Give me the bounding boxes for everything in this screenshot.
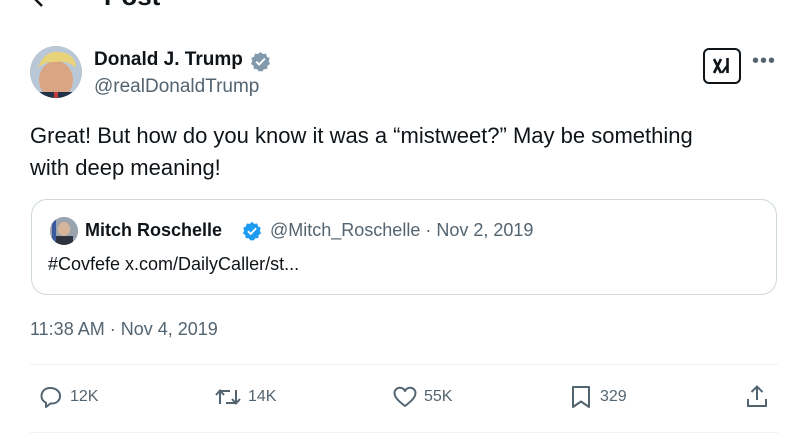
arrow-left-icon[interactable] — [28, 0, 48, 8]
repost-icon — [215, 388, 241, 406]
more-icon[interactable]: ••• — [752, 51, 776, 74]
quoted-post[interactable]: Mitch Roschelle @Mitch_Roschelle · Nov 2… — [31, 199, 777, 295]
bookmark-button[interactable]: 329 — [568, 384, 627, 410]
reply-count: 12K — [70, 388, 99, 405]
post-text-line: with deep meaning! — [30, 155, 221, 180]
heart-icon — [393, 386, 417, 407]
repost-button[interactable]: 14K — [214, 384, 276, 410]
author-name[interactable]: Donald J. Trump — [94, 49, 243, 71]
grok-icon — [712, 58, 729, 74]
top-bar: Post — [0, 0, 800, 14]
author-handle[interactable]: @realDonaldTrump — [94, 76, 259, 98]
like-count: 55K — [424, 388, 453, 405]
page-title: Post — [104, 0, 160, 9]
repost-count: 14K — [248, 388, 277, 405]
grok-button[interactable] — [703, 48, 741, 84]
quote-meta: @Mitch_Roschelle · Nov 2, 2019 — [270, 220, 534, 240]
quote-avatar — [50, 217, 78, 245]
quote-author-name: Mitch Roschelle — [85, 220, 223, 240]
like-button[interactable]: 55K — [392, 384, 452, 410]
post-text: Great! But how do you know it was a “mis… — [30, 120, 770, 184]
share-icon — [747, 385, 767, 407]
divider — [30, 364, 778, 365]
quote-text: #Covfefe x.com/DailyCaller/st... — [48, 254, 300, 274]
post-text-line: Great! But how do you know it was a “mis… — [30, 123, 693, 148]
avatar[interactable] — [30, 46, 82, 98]
reply-icon — [40, 387, 61, 408]
bookmark-icon — [572, 386, 590, 408]
share-button[interactable] — [744, 384, 770, 410]
verified-badge-icon — [242, 221, 262, 241]
verified-badge-icon — [250, 51, 271, 72]
divider — [30, 432, 778, 433]
reply-button[interactable]: 12K — [38, 384, 98, 410]
post-timestamp[interactable]: 11:38 AM · Nov 4, 2019 — [30, 318, 218, 340]
bookmark-count: 329 — [600, 388, 627, 405]
